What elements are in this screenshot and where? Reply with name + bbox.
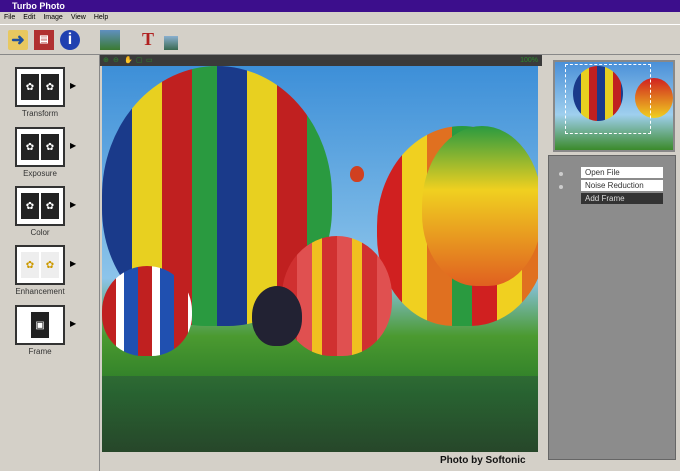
menu-view[interactable]: View (71, 12, 86, 24)
expand-arrow-icon[interactable]: ▶ (70, 319, 76, 328)
exposure-icon: ✿ ✿ (15, 127, 65, 167)
tool-label: Transform (21, 109, 59, 118)
tool-exposure[interactable]: ✿ ✿ ▶ Exposure (10, 127, 90, 185)
add-image-icon[interactable] (164, 35, 178, 50)
zoom-in-icon[interactable]: ⊕ (103, 56, 109, 64)
tool-frame[interactable]: ▣ ▶ Frame (10, 305, 90, 363)
fit-icon[interactable]: ▢ (136, 56, 143, 64)
history-dot-icon (559, 185, 563, 189)
transform-icon: ✿ ✿ (15, 67, 65, 107)
tool-label: Frame (28, 347, 52, 356)
expand-arrow-icon[interactable]: ▶ (70, 259, 76, 268)
expand-arrow-icon[interactable]: ▶ (70, 200, 76, 209)
tool-label: Enhancement (15, 287, 65, 296)
text-icon[interactable]: T (138, 29, 158, 50)
tool-label: Color (30, 228, 50, 237)
enhancement-icon: ✿ ✿ (15, 245, 65, 285)
title-bar: Turbo Photo (0, 0, 680, 12)
photo-canvas[interactable] (102, 66, 538, 452)
history-panel: Open File Noise Reduction Add Frame (548, 155, 676, 460)
expand-arrow-icon[interactable]: ▶ (70, 81, 76, 90)
history-item[interactable]: Open File (581, 167, 663, 178)
tool-enhancement[interactable]: ✿ ✿ ▶ Enhancement (10, 245, 90, 303)
zoom-level: 100% (520, 57, 538, 64)
zoom-out-icon[interactable]: ⊖ (113, 56, 119, 64)
tool-transform[interactable]: ✿ ✿ ▶ Transform (10, 67, 90, 125)
photo-caption: Photo by Softonic (440, 455, 526, 466)
tools-panel: ✿ ✿ ▶ Transform ✿ ✿ ▶ Exposure ✿ ✿ ▶ Color ✿ ✿ ▶ Enh… (0, 55, 100, 471)
viewer-toolbar: ⊕ ⊖ ✋ ▢ ▭ 100% (100, 55, 542, 66)
history-item-active[interactable]: Add Frame (581, 193, 663, 204)
frame-icon: ▣ (15, 305, 65, 345)
history-item[interactable]: Noise Reduction (581, 180, 663, 191)
color-icon: ✿ ✿ (15, 186, 65, 226)
pan-icon[interactable]: ✋ (124, 56, 133, 64)
save-icon[interactable]: ▤ (34, 29, 54, 50)
toolbar: ➜ ▤ i T (0, 24, 680, 55)
image-icon[interactable] (100, 29, 120, 50)
open-icon[interactable]: ➜ (8, 29, 28, 50)
tool-color[interactable]: ✿ ✿ ▶ Color (10, 186, 90, 244)
expand-arrow-icon[interactable]: ▶ (70, 141, 76, 150)
tool-label: Exposure (23, 169, 57, 178)
menu-bar: File Edit Image View Help (0, 12, 680, 24)
viewport-rect[interactable] (565, 64, 651, 134)
menu-image[interactable]: Image (43, 12, 62, 24)
actual-size-icon[interactable]: ▭ (146, 56, 153, 64)
window-title: Turbo Photo (12, 1, 65, 11)
menu-help[interactable]: Help (94, 12, 108, 24)
info-icon[interactable]: i (60, 29, 80, 50)
history-dot-icon (559, 172, 563, 176)
navigator-thumbnail[interactable] (553, 60, 675, 152)
menu-file[interactable]: File (4, 12, 15, 24)
menu-edit[interactable]: Edit (23, 12, 35, 24)
